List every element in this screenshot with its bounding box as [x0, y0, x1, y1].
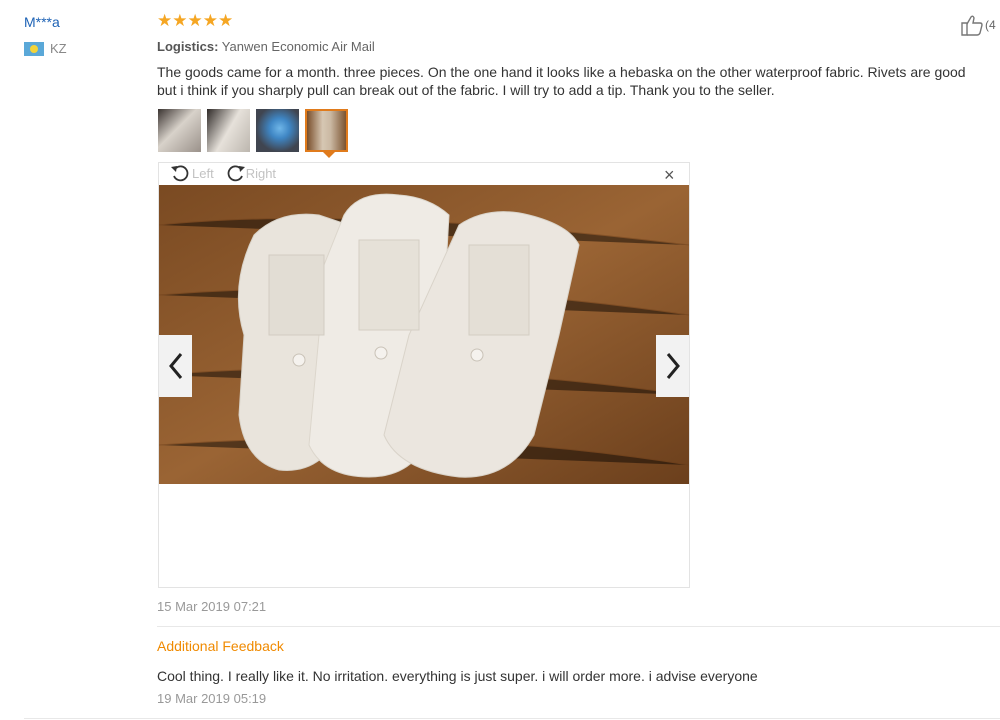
previous-photo-button[interactable] — [159, 335, 192, 397]
rotate-left-icon — [171, 165, 189, 182]
country-code: KZ — [50, 41, 67, 56]
reviewer-name[interactable]: M***a — [24, 14, 60, 30]
photo-thumbnail[interactable] — [207, 109, 250, 152]
rotate-left-label: Left — [192, 165, 214, 181]
photo-thumbnail[interactable] — [158, 109, 201, 152]
review-date: 15 Mar 2019 07:21 — [157, 599, 267, 614]
additional-feedback-text: Cool thing. I really like it. No irritat… — [157, 668, 758, 684]
additional-feedback-date: 19 Mar 2019 05:19 — [157, 691, 267, 706]
thumbs-up-icon — [961, 15, 983, 36]
photo-thumbnail[interactable] — [256, 109, 299, 152]
photo-thumbnail-active[interactable] — [305, 109, 348, 158]
helpful-count: (4 — [985, 18, 996, 32]
review-text-line-2: but i think if you sharply pull can brea… — [157, 82, 775, 98]
photo-thumbnails — [158, 109, 348, 158]
rotate-left-button[interactable]: Left — [170, 163, 214, 183]
review-divider — [24, 718, 1000, 719]
logistics-info: Logistics: Yanwen Economic Air Mail — [157, 39, 375, 54]
review-text: The goods came for a month. three pieces… — [157, 63, 997, 99]
star-rating: ★★★★★ — [157, 11, 234, 30]
review-text-line-1: The goods came for a month. three pieces… — [157, 64, 966, 80]
chevron-left-icon — [168, 353, 182, 379]
logistics-value: Yanwen Economic Air Mail — [221, 39, 375, 54]
reviewer-country: KZ — [24, 41, 67, 56]
chevron-right-icon — [666, 353, 680, 379]
rotate-right-label: Right — [245, 165, 277, 181]
kazakhstan-flag-icon — [24, 41, 44, 56]
rotate-right-button[interactable]: Right — [224, 163, 276, 183]
helpful-button[interactable]: (4 — [960, 14, 996, 36]
next-photo-button[interactable] — [656, 335, 689, 397]
review-photo — [159, 185, 689, 484]
section-divider — [157, 626, 1000, 627]
rotate-right-icon — [227, 165, 245, 182]
logistics-label: Logistics: — [157, 39, 219, 54]
viewer-toolbar: Left Right — [170, 163, 286, 183]
close-viewer-button[interactable]: × — [664, 166, 675, 184]
additional-feedback-heading: Additional Feedback — [157, 638, 284, 654]
